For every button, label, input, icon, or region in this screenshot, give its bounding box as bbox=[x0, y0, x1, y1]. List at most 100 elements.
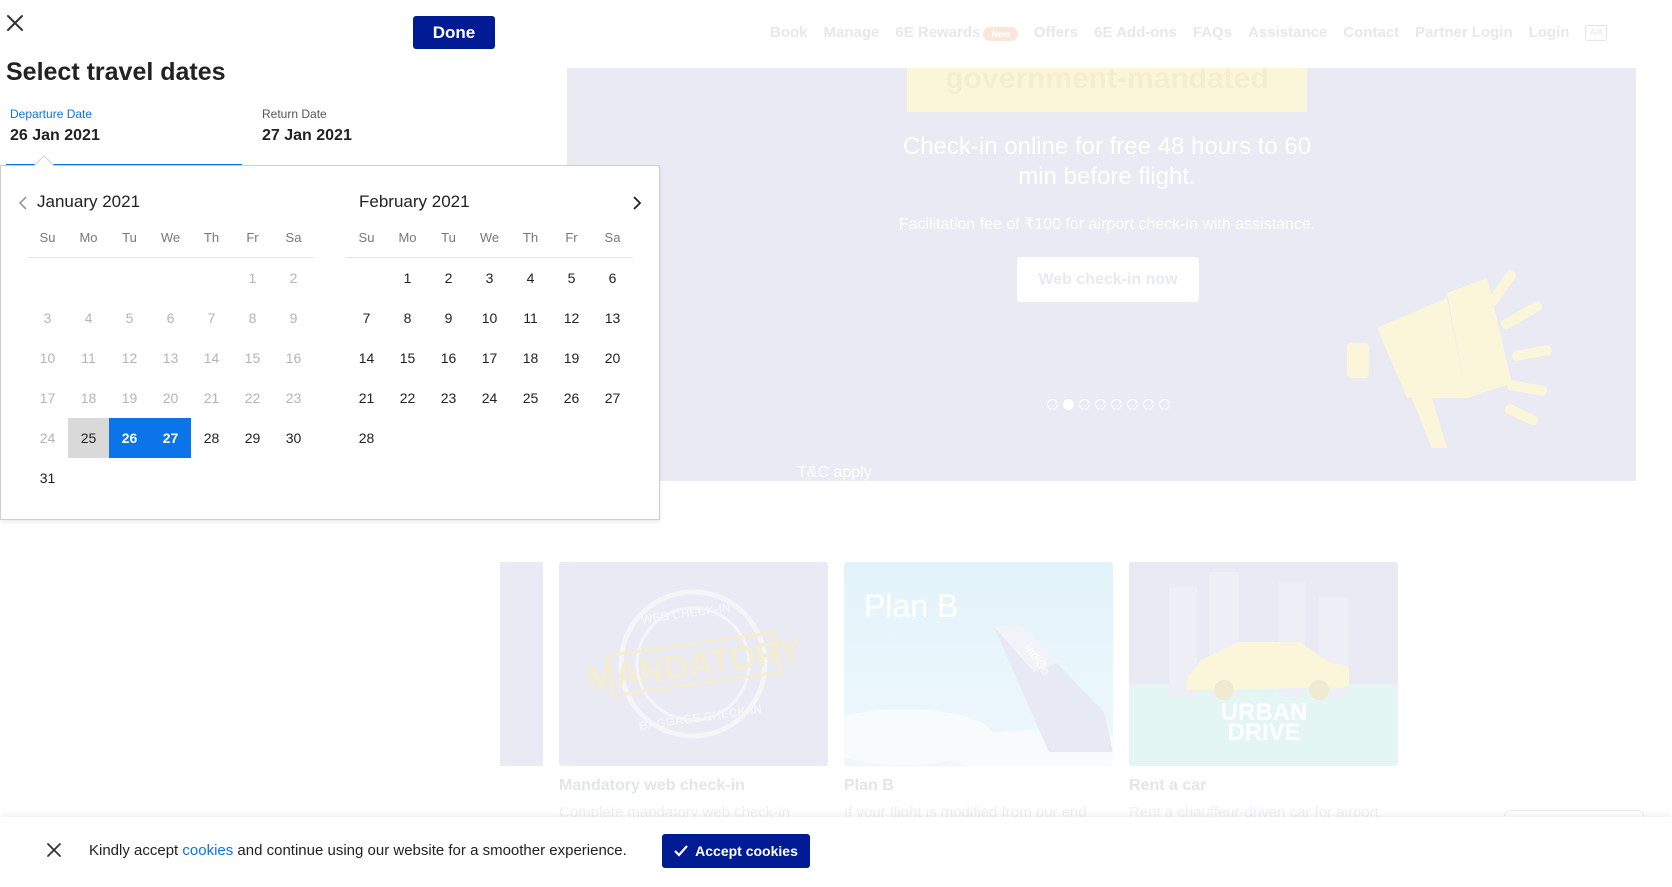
day-cell[interactable]: 18 bbox=[510, 338, 551, 378]
day-cell[interactable]: 11 bbox=[510, 298, 551, 338]
card-plan-b[interactable]: Plan B IndiGo bbox=[844, 562, 1113, 766]
card-web-checkin[interactable]: MANDATORY WEB CHECK-IN BAGGAGE CHECK-IN bbox=[559, 562, 828, 766]
nav-item-offers[interactable]: Offers bbox=[1034, 24, 1078, 41]
card-title-rent-car[interactable]: Rent a car bbox=[1129, 777, 1206, 795]
cookies-link[interactable]: cookies bbox=[182, 842, 233, 859]
cookie-banner: Kindly accept cookies and continue using… bbox=[0, 817, 1672, 887]
page: Book Manage 6E Rewards New Offers 6E Add-… bbox=[0, 0, 1672, 887]
tnc-link[interactable]: T&C apply bbox=[797, 464, 872, 481]
banner-headline: Check-in online for free 48 hours to 60 … bbox=[902, 133, 1312, 190]
day-cell[interactable]: 28 bbox=[191, 418, 232, 458]
top-nav: Book Manage 6E Rewards New Offers 6E Add-… bbox=[770, 24, 1608, 41]
day-cell[interactable]: 15 bbox=[387, 338, 428, 378]
weekday-label: Tu bbox=[122, 230, 137, 245]
prev-month-chevron-icon[interactable] bbox=[14, 194, 32, 212]
day-cell: 17 bbox=[39, 390, 56, 406]
day-cell: 15 bbox=[244, 350, 261, 366]
carousel-dot[interactable] bbox=[1047, 399, 1058, 410]
nav-item-addons[interactable]: 6E Add-ons bbox=[1094, 24, 1177, 41]
day-cell[interactable]: 6 bbox=[592, 258, 633, 298]
day-cell[interactable]: 1 bbox=[387, 258, 428, 298]
day-cell[interactable]: 12 bbox=[551, 298, 592, 338]
nav-item-partner-login[interactable]: Partner Login bbox=[1415, 24, 1513, 41]
carousel-dot[interactable] bbox=[1159, 399, 1170, 410]
departure-date-label: Departure Date bbox=[10, 107, 93, 121]
nav-item-contact[interactable]: Contact bbox=[1343, 24, 1399, 41]
day-cell[interactable]: 30 bbox=[273, 418, 314, 458]
calendar-popover: January 2021 Su Mo Tu We Th Fr Sa 1 2 3 4 5 6 7 8 9 10 1… bbox=[0, 165, 660, 520]
language-toggle[interactable]: A/A bbox=[1585, 24, 1608, 41]
carousel-dot[interactable] bbox=[1079, 399, 1090, 410]
card-title-plan-b[interactable]: Plan B bbox=[844, 777, 894, 795]
cookie-close-icon[interactable] bbox=[46, 842, 62, 858]
day-cell[interactable]: 13 bbox=[592, 298, 633, 338]
day-cell[interactable]: 26 bbox=[551, 378, 592, 418]
carousel-dot[interactable] bbox=[1127, 399, 1138, 410]
day-cell[interactable]: 8 bbox=[387, 298, 428, 338]
weekday-label: Th bbox=[203, 230, 220, 245]
carousel-dot[interactable] bbox=[1111, 399, 1122, 410]
web-checkin-button[interactable]: Web check-in now bbox=[1017, 257, 1199, 302]
day-cell[interactable]: 21 bbox=[346, 378, 387, 418]
empty-cell bbox=[109, 258, 150, 298]
day-cell[interactable]: 28 bbox=[346, 418, 387, 458]
cookie-text-before: Kindly accept bbox=[89, 842, 183, 859]
departure-date-value: 26 Jan 2021 bbox=[10, 127, 100, 144]
day-cell[interactable]: 5 bbox=[551, 258, 592, 298]
new-badge: New bbox=[983, 27, 1018, 41]
cookie-text-after: and continue using our website for a smo… bbox=[233, 842, 627, 859]
day-cell[interactable]: 7 bbox=[346, 298, 387, 338]
megaphone-icon bbox=[1347, 270, 1552, 448]
carousel-dot[interactable] bbox=[1143, 399, 1154, 410]
return-date-field[interactable]: Return Date 27 Jan 2021 bbox=[258, 100, 494, 166]
day-cell[interactable]: 19 bbox=[551, 338, 592, 378]
checkmark-icon bbox=[674, 845, 688, 857]
day-cell[interactable]: 27 bbox=[150, 418, 191, 458]
nav-item-login[interactable]: Login bbox=[1529, 24, 1570, 41]
day-cell[interactable]: 25 bbox=[68, 418, 109, 458]
weekday-label: Sa bbox=[285, 230, 302, 245]
accept-cookies-button[interactable]: Accept cookies bbox=[662, 834, 810, 868]
weekday-label: Sa bbox=[604, 230, 621, 245]
day-cell[interactable]: 22 bbox=[387, 378, 428, 418]
date-picker-panel: Done Select travel dates Departure Date … bbox=[0, 0, 567, 166]
day-cell[interactable]: 26 bbox=[109, 418, 150, 458]
nav-item-faqs[interactable]: FAQs bbox=[1193, 24, 1232, 41]
card-title-web-checkin[interactable]: Mandatory web check-in bbox=[559, 777, 745, 795]
page-title: Select travel dates bbox=[6, 58, 226, 86]
weekday-label: Fr bbox=[246, 230, 259, 245]
day-cell[interactable]: 10 bbox=[469, 298, 510, 338]
card-partial[interactable] bbox=[500, 562, 543, 766]
nav-item-manage[interactable]: Manage bbox=[824, 24, 880, 41]
day-cell[interactable]: 20 bbox=[592, 338, 633, 378]
day-cell[interactable]: 16 bbox=[428, 338, 469, 378]
weekday-label: We bbox=[160, 230, 181, 245]
day-cell[interactable]: 14 bbox=[346, 338, 387, 378]
empty-cell bbox=[191, 258, 232, 298]
day-cell[interactable]: 24 bbox=[469, 378, 510, 418]
day-cell[interactable]: 29 bbox=[232, 418, 273, 458]
day-cell: 4 bbox=[84, 310, 93, 326]
day-cell: 5 bbox=[125, 310, 134, 326]
day-cell[interactable]: 4 bbox=[510, 258, 551, 298]
nav-item-book[interactable]: Book bbox=[770, 24, 808, 41]
day-cell[interactable]: 3 bbox=[469, 258, 510, 298]
nav-item-assistance[interactable]: Assistance bbox=[1248, 24, 1327, 41]
day-cell: 20 bbox=[162, 390, 179, 406]
weekday-label: Su bbox=[358, 230, 375, 245]
carousel-dot[interactable] bbox=[1095, 399, 1106, 410]
done-button[interactable]: Done bbox=[413, 16, 495, 49]
day-cell[interactable]: 2 bbox=[428, 258, 469, 298]
card-rent-car[interactable]: URBAN DRIVE bbox=[1129, 562, 1398, 766]
day-cell[interactable]: 31 bbox=[27, 458, 68, 498]
nav-item-rewards[interactable]: 6E Rewards New bbox=[895, 24, 1018, 41]
day-cell[interactable]: 27 bbox=[592, 378, 633, 418]
next-month-chevron-icon[interactable] bbox=[628, 194, 646, 212]
day-cell[interactable]: 17 bbox=[469, 338, 510, 378]
day-cell[interactable]: 23 bbox=[428, 378, 469, 418]
close-icon[interactable] bbox=[4, 12, 26, 34]
carousel-dot[interactable] bbox=[1063, 399, 1074, 410]
day-cell[interactable]: 25 bbox=[510, 378, 551, 418]
day-cell[interactable]: 9 bbox=[428, 298, 469, 338]
day-cell: 13 bbox=[162, 350, 179, 366]
